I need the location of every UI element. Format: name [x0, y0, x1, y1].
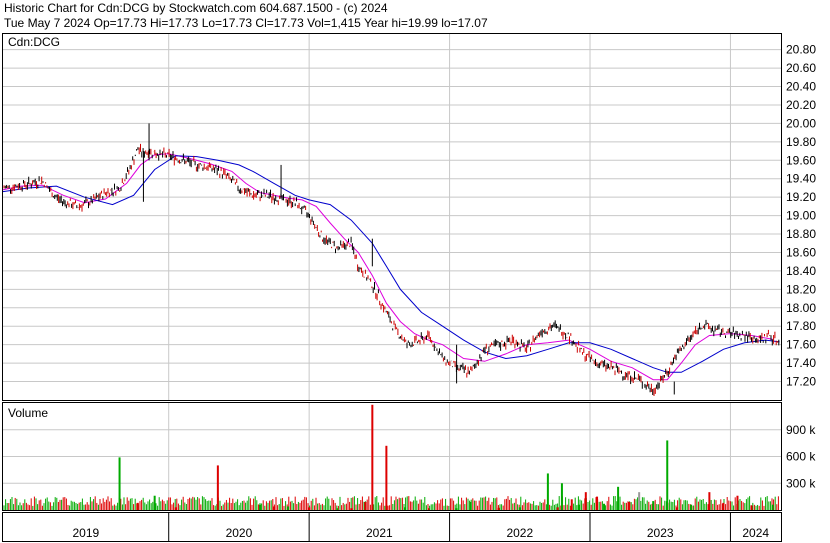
date-axis: 2019 2020 2021 2022 2023 2024 — [73, 526, 770, 540]
price-tick-label: 19.40 — [786, 172, 816, 186]
price-tick-label: 18.40 — [786, 264, 816, 278]
price-tick-label: 19.00 — [786, 209, 816, 223]
moving-averages — [2, 153, 780, 381]
volume-bar — [584, 492, 587, 510]
price-tick-label: 20.00 — [786, 116, 816, 130]
price-tick-label: 20.60 — [786, 61, 816, 75]
volume-bar — [556, 507, 559, 510]
volume-bar — [258, 504, 261, 510]
volume-bar — [596, 496, 599, 510]
volume-bar — [617, 486, 620, 510]
volume-bar — [174, 507, 177, 510]
volume-bar — [287, 506, 290, 510]
stock-chart-window: Historic Chart for Cdn:DCG by Stockwatch… — [0, 0, 830, 543]
volume-bar — [336, 508, 339, 510]
volume-bar — [273, 506, 276, 510]
price-tick-label: 18.20 — [786, 282, 816, 296]
volume-bar — [427, 508, 430, 510]
volume-tick-label: 300 k — [786, 476, 816, 490]
volume-bar — [666, 440, 669, 510]
price-tick-label: 17.40 — [786, 356, 816, 370]
volume-bar — [308, 507, 311, 510]
symbol-label: Cdn:DCG — [8, 35, 60, 49]
volume-bar — [371, 404, 374, 510]
volume-bar — [216, 465, 219, 510]
volume-bar — [577, 504, 580, 510]
volume-axis: 300 k 600 k 900 k — [786, 423, 816, 491]
price-series — [3, 123, 780, 397]
volume-bar — [570, 499, 573, 510]
year-tick-label: 2020 — [226, 526, 253, 540]
volume-bar — [469, 501, 472, 510]
volume-bar — [153, 495, 156, 510]
volume-bar — [403, 507, 406, 510]
price-tick-label: 19.80 — [786, 135, 816, 149]
price-tick-label: 17.80 — [786, 319, 816, 333]
volume-bar — [628, 501, 631, 510]
volume-tick-label: 900 k — [786, 423, 816, 437]
year-tick-label: 2021 — [366, 526, 393, 540]
volume-bar — [497, 507, 500, 510]
price-tick-label: 17.60 — [786, 338, 816, 352]
volume-bar — [708, 492, 711, 510]
volume-bar — [652, 501, 655, 510]
volume-bar — [136, 502, 139, 510]
volume-bar — [690, 504, 693, 510]
chart-canvas: 17.20 17.40 17.60 17.80 18.00 18.20 18.40 18.60… — [2, 33, 816, 542]
volume-bar — [722, 502, 725, 510]
volume-bar — [676, 507, 679, 510]
volume-label: Volume — [8, 406, 48, 420]
price-tick-label: 18.00 — [786, 301, 816, 315]
year-tick-label: 2022 — [506, 526, 533, 540]
volume-bar — [771, 504, 774, 510]
year-tick-label: 2024 — [742, 526, 769, 540]
volume-bar — [518, 507, 521, 510]
volume-tick-label: 600 k — [786, 450, 816, 464]
volume-bar — [455, 508, 458, 510]
price-axis: 17.20 17.40 17.60 17.80 18.00 18.20 18.40 18.60… — [786, 43, 816, 389]
volume-bar — [350, 508, 353, 510]
price-panel-frame — [2, 33, 782, 401]
volume-bar — [364, 501, 367, 510]
volume-bar — [638, 492, 641, 510]
price-tick-label: 19.60 — [786, 153, 816, 167]
price-tick-label: 17.20 — [786, 375, 816, 389]
volume-bar — [736, 495, 739, 510]
year-tick-label: 2023 — [647, 526, 674, 540]
price-tick-label: 18.60 — [786, 245, 816, 259]
price-tick-label: 18.80 — [786, 227, 816, 241]
volume-bar — [385, 445, 388, 510]
volume-bar — [560, 483, 563, 510]
price-tick-label: 20.20 — [786, 98, 816, 112]
volume-series — [3, 404, 779, 510]
volume-bar — [118, 457, 121, 510]
price-tick-label: 20.80 — [786, 43, 816, 57]
price-tick-label: 20.40 — [786, 80, 816, 94]
price-tick-label: 19.20 — [786, 190, 816, 204]
volume-bar — [750, 505, 753, 510]
year-tick-label: 2019 — [73, 526, 100, 540]
volume-bar — [603, 503, 606, 510]
volume-bar — [546, 473, 549, 510]
